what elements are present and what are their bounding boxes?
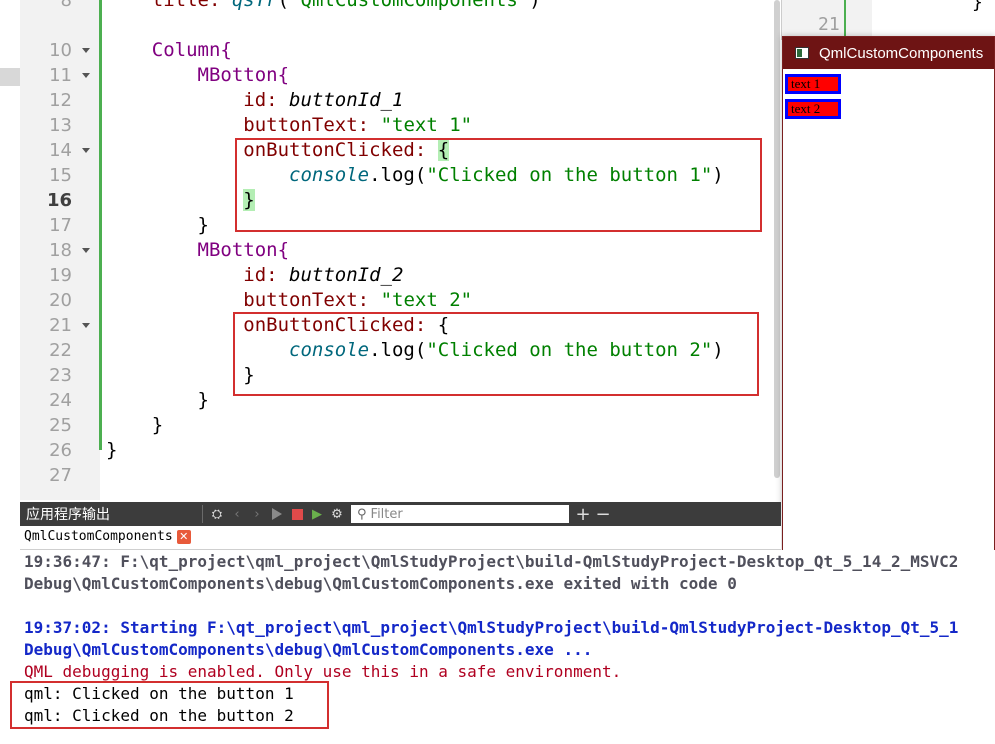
code-brace: }: [972, 0, 983, 13]
code-line[interactable]: }: [106, 413, 163, 438]
highlight-box-handler-1: [235, 138, 762, 232]
fold-marker-icon[interactable]: [82, 323, 90, 328]
line-number: 8: [60, 0, 72, 11]
fold-marker-icon[interactable]: [82, 148, 90, 153]
output-line: 19:36:47: F:\qt_project\qml_project\QmlS…: [24, 552, 959, 571]
code-line[interactable]: }: [106, 388, 209, 413]
editor-left-strip: [0, 0, 21, 500]
line-number: 12: [49, 90, 72, 111]
line-number-current: 16: [46, 190, 72, 211]
line-number: 14: [49, 140, 72, 161]
line-number: 21: [49, 315, 72, 336]
line-number: 13: [49, 115, 72, 136]
line-number: 17: [49, 215, 72, 236]
line-number: 25: [49, 415, 72, 436]
code-line[interactable]: id: buttonId_1: [106, 88, 403, 113]
change-indicator-bar: [99, 0, 102, 450]
attach-debugger-icon[interactable]: ⛭: [207, 504, 227, 524]
highlight-box-handler-2: [233, 312, 759, 396]
window-title: QmlCustomComponents: [819, 44, 984, 62]
line-number: 24: [49, 390, 72, 411]
filter-placeholder: Filter: [370, 506, 403, 522]
line-number: 21: [818, 14, 840, 35]
line-number: 26: [49, 440, 72, 461]
code-line[interactable]: }: [106, 213, 209, 238]
line-number: 10: [49, 40, 72, 61]
line-number: 18: [49, 240, 72, 261]
settings-gear-icon[interactable]: ⚙: [327, 504, 347, 524]
fold-marker-icon[interactable]: [82, 73, 90, 78]
code-line[interactable]: buttonText: "text 2": [106, 288, 472, 313]
line-number: 19: [49, 265, 72, 286]
output-line: 19:37:02: Starting F:\qt_project\qml_pro…: [24, 618, 959, 637]
close-tab-icon[interactable]: ✕: [176, 529, 191, 544]
line-number: 15: [49, 165, 72, 186]
highlight-box-output: [10, 681, 329, 729]
code-line[interactable]: id: buttonId_2: [106, 263, 403, 288]
previous-icon[interactable]: ‹: [227, 504, 247, 524]
code-line[interactable]: Column{: [106, 38, 232, 63]
line-number: 20: [49, 290, 72, 311]
debug-run-icon[interactable]: ▶: [307, 504, 327, 524]
window-titlebar[interactable]: QmlCustomComponents: [783, 37, 994, 69]
code-line[interactable]: MBotton{: [106, 238, 290, 263]
search-icon: ⚲: [357, 506, 367, 522]
line-number: 22: [49, 340, 72, 361]
editor-scrollbar[interactable]: [774, 0, 780, 478]
left-strip-marker: [0, 68, 20, 86]
output-line: Debug\QmlCustomComponents\debug\QmlCusto…: [24, 574, 737, 593]
next-icon[interactable]: ›: [247, 504, 267, 524]
code-editor[interactable]: 8 10 11 12 13 14 15 16 17 18 19 20 21 22…: [0, 0, 781, 500]
line-number: 27: [49, 465, 72, 486]
code-line[interactable]: buttonText: "text 1": [106, 113, 472, 138]
filter-input[interactable]: ⚲ Filter: [351, 505, 569, 523]
code-line-current[interactable]: }: [106, 188, 255, 213]
secondary-editor: 21 }: [781, 0, 995, 40]
fold-marker-icon[interactable]: [82, 48, 90, 53]
code-line-title[interactable]: title: qsTr("QmlCustomComponents"): [106, 0, 541, 13]
output-tab-bar: QmlCustomComponents ✕: [20, 526, 781, 550]
code-line[interactable]: MBotton{: [106, 63, 290, 88]
qml-button-2[interactable]: text 2: [785, 99, 841, 119]
output-toolbar: 应用程序输出 ⛭ ‹ › ▶ ⚙ ⚲ Filter + −: [20, 502, 781, 526]
output-pane-title: 应用程序输出: [26, 507, 110, 523]
line-number: 23: [49, 365, 72, 386]
output-tab[interactable]: QmlCustomComponents ✕: [24, 529, 191, 544]
output-console[interactable]: 19:36:47: F:\qt_project\qml_project\QmlS…: [0, 550, 995, 744]
output-line-warning: QML debugging is enabled. Only use this …: [24, 662, 622, 681]
fold-marker-icon[interactable]: [82, 248, 90, 253]
change-indicator-bar: [844, 0, 846, 40]
output-tab-label: QmlCustomComponents: [24, 529, 173, 544]
code-line[interactable]: }: [106, 438, 117, 463]
qml-button-1[interactable]: text 1: [785, 74, 841, 94]
remove-output-button[interactable]: −: [593, 504, 613, 525]
run-icon[interactable]: [267, 504, 287, 524]
qml-app-window[interactable]: QmlCustomComponents text 1 text 2: [782, 36, 995, 552]
line-number: 11: [49, 65, 72, 86]
toolbar-divider: [202, 505, 203, 523]
stop-icon[interactable]: [287, 504, 307, 524]
output-line: Debug\QmlCustomComponents\debug\QmlCusto…: [24, 640, 593, 659]
app-window-icon: [795, 47, 809, 59]
add-output-button[interactable]: +: [573, 504, 593, 525]
